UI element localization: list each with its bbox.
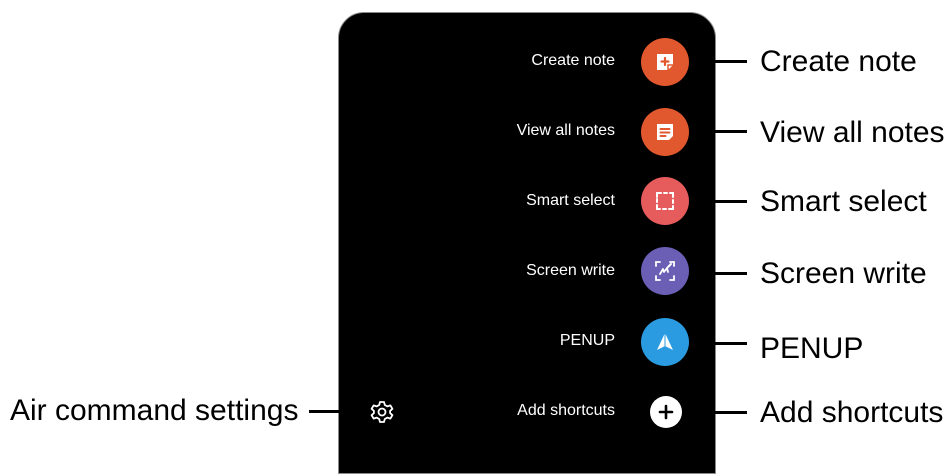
menu-label-view-all-notes: View all notes [516,122,615,139]
callout-penup: PENUP [760,332,864,365]
callout-leader [309,410,369,413]
callout-leader [689,200,747,203]
plus-icon [658,404,674,420]
smart-select-button[interactable] [641,177,689,225]
menu-label-screen-write: Screen write [526,262,615,279]
create-note-button[interactable] [641,38,689,86]
create-note-icon [657,54,673,70]
callout-smart-select: Smart select [760,185,927,218]
view-notes-icon [657,124,673,140]
penup-icon [657,333,673,350]
menu-label-penup: PENUP [559,332,615,349]
smart-select-icon [656,192,674,210]
penup-button[interactable] [641,318,689,366]
view-all-notes-button[interactable] [641,108,689,156]
menu-label-create-note: Create note [531,52,615,69]
callout-view-all-notes: View all notes [760,116,945,149]
callout-create-note: Create note [760,45,917,78]
callout-leader [689,342,747,345]
screen-write-button[interactable] [641,247,689,295]
callout-leader [689,272,747,275]
callout-add-shortcuts: Add shortcuts [760,396,944,429]
callout-air-command-settings: Air command settings [10,394,299,427]
callout-screen-write: Screen write [760,257,927,290]
callout-leader [682,411,747,414]
callout-leader [689,130,747,133]
gear-icon[interactable] [368,398,396,426]
menu-label-add-shortcuts: Add shortcuts [517,402,615,419]
menu-label-smart-select: Smart select [526,192,615,209]
screen-write-icon [655,261,675,281]
callout-leader [689,60,747,63]
add-shortcuts-button[interactable] [650,396,682,428]
